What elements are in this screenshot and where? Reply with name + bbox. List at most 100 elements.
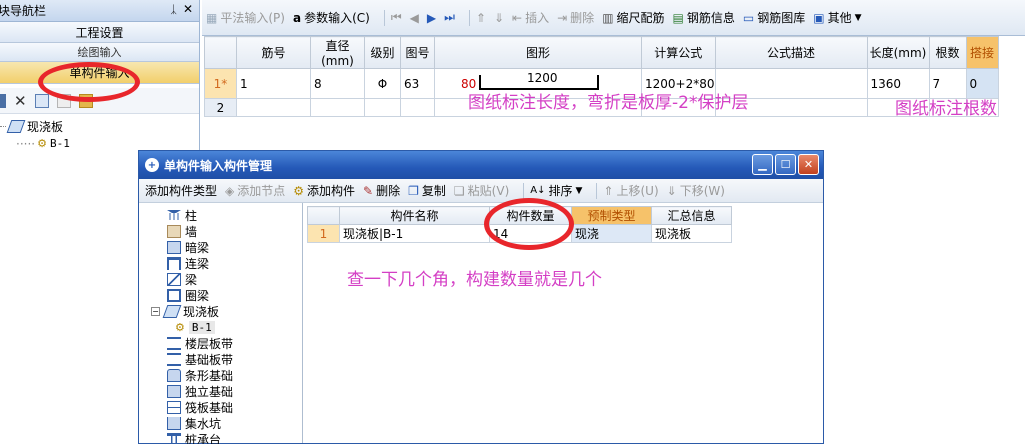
move-up-icon[interactable]: ⇑	[476, 11, 486, 25]
move-up-button[interactable]: ⇑ 上移(U)	[603, 182, 658, 199]
delete-button[interactable]: ✎ 删除	[363, 182, 400, 199]
cell-figure-no[interactable]: 63	[400, 68, 435, 99]
tree-item-cast-slab[interactable]: − 现浇板	[141, 303, 302, 319]
add-component-button[interactable]: ⚙ 添加构件	[293, 182, 355, 199]
wall-icon	[167, 224, 181, 238]
maximize-button[interactable]: ☐	[775, 154, 796, 175]
tree-item-strip-foundation[interactable]: 条形基础	[141, 367, 302, 383]
header-length[interactable]: 长度(mm)	[866, 36, 930, 69]
insert-button[interactable]: ⇤ 插入	[512, 9, 549, 26]
main-toolbar: ▦ 平法输入(P) a 参数输入(C) ⏮ ◀ ▶ ⏭ ⇑ ⇓ ⇤ 插入 ⇥ 删除 ▥ 缩…	[202, 0, 1025, 36]
tree-item-sump-pit[interactable]: 集水坑	[141, 415, 302, 431]
tree-item-wall[interactable]: 墙	[141, 223, 302, 239]
cell-summary-info[interactable]: 现浇板	[651, 224, 732, 243]
rebar-library-icon: ▭	[742, 10, 755, 25]
nav-button-drawing-input[interactable]: 绘图输入	[0, 43, 199, 62]
cell-grade[interactable]: Φ	[364, 68, 401, 99]
header-shape[interactable]: 图形	[434, 36, 642, 69]
other-menu-label: 其他	[827, 11, 852, 25]
cell-prefab-type[interactable]: 现浇	[571, 224, 652, 243]
plan-input-button[interactable]: ▦ 平法输入(P)	[206, 9, 285, 26]
sort-button[interactable]: A↓ 排序 ▼	[530, 182, 582, 199]
tree-item-label: 暗梁	[185, 240, 210, 255]
header-grade[interactable]: 级别	[364, 36, 401, 69]
next-record-button[interactable]: ▶	[427, 11, 436, 25]
nav-toolbar: ✕	[0, 88, 199, 114]
tree-item-slab[interactable]: 现浇板	[0, 118, 199, 135]
collapse-icon[interactable]: −	[151, 306, 160, 316]
tree-item-coupling-beam[interactable]: 连梁	[141, 255, 302, 271]
prev-record-button[interactable]: ◀	[410, 11, 419, 25]
header-prefab-type[interactable]: 预制类型	[571, 206, 652, 225]
cell-bar-no[interactable]: 1	[236, 68, 311, 99]
component-type-tree: 柱 墙 暗梁 连梁 梁 圈梁 − 现浇板 ⚙ B-1 楼层板带 基础板带 条形基础 …	[141, 203, 303, 444]
pin-icon[interactable]: ᛣ	[170, 3, 177, 16]
delete-icon[interactable]: ✕	[14, 92, 27, 110]
header-bar-no[interactable]: 筋号	[236, 36, 311, 69]
list-icon[interactable]	[0, 93, 6, 108]
tree-item-raft-foundation[interactable]: 筏板基础	[141, 399, 302, 415]
tree-item-foundation-strip[interactable]: 基础板带	[141, 351, 302, 367]
header-figure-no[interactable]: 图号	[400, 36, 435, 69]
add-node-button[interactable]: ◈ 添加节点	[225, 182, 285, 199]
header-formula-desc[interactable]: 公式描述	[714, 36, 868, 69]
tree-item-isolated-foundation[interactable]: 独立基础	[141, 383, 302, 399]
add-component-type-button[interactable]: 添加构件类型	[145, 182, 217, 199]
cell-empty[interactable]	[364, 98, 401, 117]
close-button[interactable]: ✕	[798, 154, 819, 175]
header-lap[interactable]: 搭接	[965, 36, 999, 69]
cell-empty[interactable]	[310, 98, 365, 117]
insert-icon: ⇤	[512, 10, 523, 25]
plan-input-label: 平法输入(P)	[220, 11, 285, 25]
grid-corner	[307, 206, 340, 225]
delete-row-button[interactable]: ⇥ 删除	[557, 9, 594, 26]
add-component-icon: ⚙	[293, 183, 305, 198]
close-icon[interactable]: ✕	[183, 2, 193, 16]
cell-component-name[interactable]: 现浇板|B-1	[339, 224, 490, 243]
move-down-icon[interactable]: ⇓	[494, 11, 504, 25]
header-summary-info[interactable]: 汇总信息	[651, 206, 732, 225]
header-diameter[interactable]: 直径(mm)	[310, 36, 365, 69]
chevron-down-icon: ▼	[854, 12, 862, 23]
rebar-info-button[interactable]: ▤ 钢筋信息	[673, 9, 735, 26]
nav-button-project-settings[interactable]: 工程设置	[0, 22, 199, 43]
sort-icon: A↓	[530, 185, 546, 196]
tree-item-b1[interactable]: ⚙ B-1	[141, 319, 302, 335]
cell-empty[interactable]	[236, 98, 311, 117]
nav-button-single-component-input[interactable]: 单构件输入	[0, 62, 199, 84]
last-record-button[interactable]: ⏭	[444, 10, 455, 25]
copy-button[interactable]: ❐ 复制	[408, 182, 446, 199]
paste-icon[interactable]	[56, 93, 71, 108]
copy-icon[interactable]	[34, 93, 49, 108]
tree-item-column[interactable]: 柱	[141, 207, 302, 223]
cell-empty[interactable]	[400, 98, 435, 117]
header-component-qty[interactable]: 构件数量	[489, 206, 572, 225]
param-input-button[interactable]: a 参数输入(C)	[293, 9, 370, 26]
tree-item-pile-cap[interactable]: 桩承台	[141, 431, 302, 444]
other-menu-button[interactable]: ▣ 其他 ▼	[813, 9, 861, 26]
move-down-button[interactable]: ⇓ 下移(W)	[667, 182, 725, 199]
row-header[interactable]: 2	[204, 98, 237, 117]
tree-item-label: B-1	[188, 320, 215, 334]
tree-item-floor-strip[interactable]: 楼层板带	[141, 335, 302, 351]
folder-icon[interactable]	[78, 93, 93, 108]
paste-button[interactable]: ❏ 粘贴(V)	[454, 182, 509, 199]
tree-item-beam[interactable]: 梁	[141, 271, 302, 287]
header-count[interactable]: 根数	[928, 36, 967, 69]
tree-item-hidden-beam[interactable]: 暗梁	[141, 239, 302, 255]
cell-component-qty[interactable]: 14	[489, 224, 572, 243]
tree-item-label: 连梁	[185, 256, 210, 271]
minimize-button[interactable]: ▁	[752, 154, 773, 175]
cell-diameter[interactable]: 8	[310, 68, 365, 99]
first-record-button[interactable]: ⏮	[391, 10, 402, 25]
row-header[interactable]: 1	[307, 224, 340, 243]
slab-icon	[162, 304, 182, 318]
row-header[interactable]: 1*	[204, 68, 237, 99]
scale-rebar-button[interactable]: ▥ 缩尺配筋	[602, 9, 664, 26]
slab-icon	[6, 120, 26, 133]
tree-item-ring-beam[interactable]: 圈梁	[141, 287, 302, 303]
dialog-toolbar: 添加构件类型 ◈ 添加节点 ⚙ 添加构件 ✎ 删除 ❐ 复制 ❏ 粘贴(V) A↓ 排序 ▼ …	[139, 179, 823, 203]
header-component-name[interactable]: 构件名称	[339, 206, 490, 225]
rebar-library-button[interactable]: ▭ 钢筋图库	[743, 9, 805, 26]
header-formula[interactable]: 计算公式	[641, 36, 716, 69]
